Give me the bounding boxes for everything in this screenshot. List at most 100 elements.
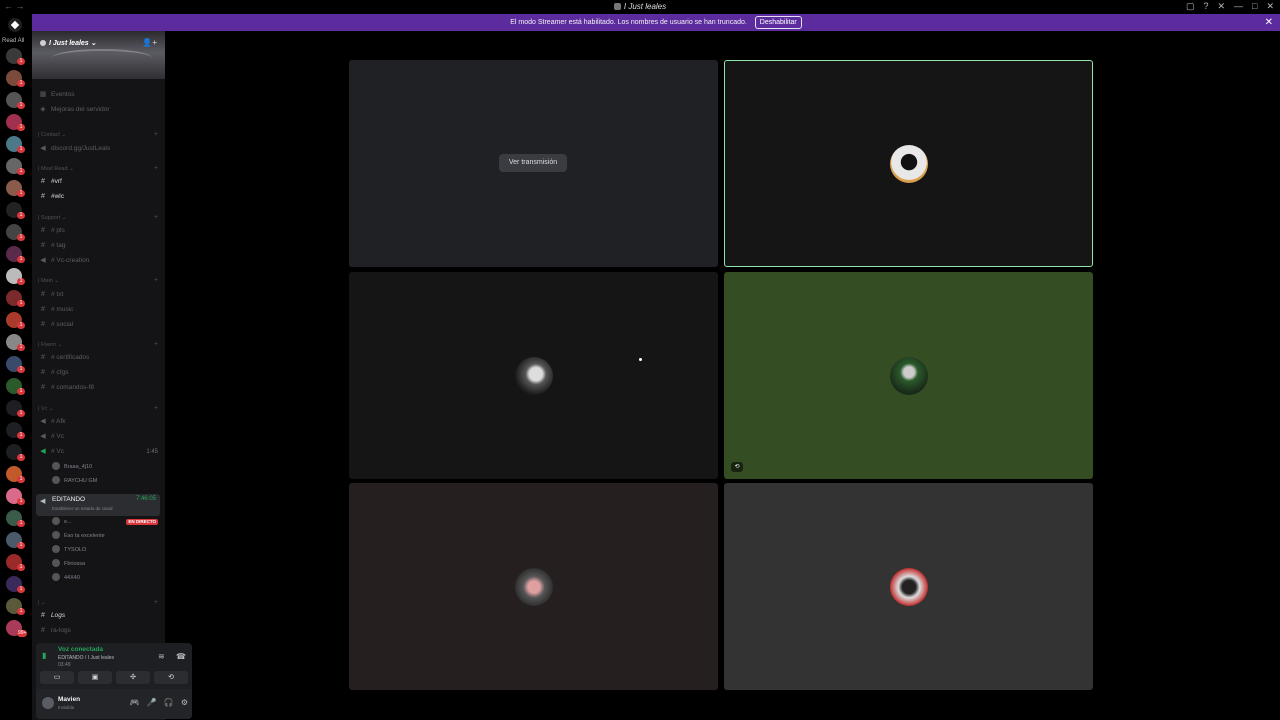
screen-share-button[interactable]: ▣: [78, 671, 112, 684]
username[interactable]: Mavien: [58, 696, 80, 703]
guild-header[interactable]: I Just leales ⌄ 👤+: [32, 31, 165, 79]
channel-txt[interactable]: # # txt: [38, 289, 160, 301]
add-channel-icon[interactable]: +: [154, 340, 158, 350]
server-icon[interactable]: 1: [6, 598, 25, 615]
server-boosts-item[interactable]: ◈ Mejoras del servidor: [38, 104, 160, 116]
disconnect-icon[interactable]: ☎: [176, 652, 186, 661]
channel-ra-logs[interactable]: # ra-logs: [38, 625, 160, 637]
voice-user[interactable]: Fbriossa: [52, 558, 160, 570]
category-misc[interactable]: | ⌄ +: [38, 598, 160, 608]
read-all-button[interactable]: Read All: [2, 38, 24, 44]
channel-afk[interactable]: ◀ # Afk: [38, 416, 160, 428]
channel-vc-2[interactable]: ◀ # Vc 1:45: [38, 446, 160, 458]
discord-home-icon[interactable]: [8, 18, 22, 32]
server-icon[interactable]: 1: [6, 510, 25, 527]
channel-status[interactable]: Establecer un estado de canal: [52, 506, 113, 511]
server-icon[interactable]: 1: [6, 136, 25, 153]
category-support[interactable]: | Support ⌄ +: [38, 213, 160, 223]
participant-tile[interactable]: ⟲: [724, 272, 1093, 479]
close-window-button[interactable]: ✕: [1266, 1, 1274, 12]
camera-button[interactable]: ▭: [40, 671, 74, 684]
events-item[interactable]: ▦ Eventos: [38, 89, 160, 101]
noise-suppression-icon[interactable]: ≋: [158, 652, 165, 661]
server-icon[interactable]: 1: [6, 378, 25, 395]
server-icon[interactable]: 1: [6, 180, 25, 197]
disable-streamer-button[interactable]: Deshabilitar: [754, 16, 802, 29]
participant-tile[interactable]: [724, 483, 1093, 690]
channel-invite-link[interactable]: ◀ discord.gg/JustLeals: [38, 143, 160, 155]
server-icon[interactable]: 1: [6, 554, 25, 571]
server-icon[interactable]: 1: [6, 400, 25, 417]
server-icon[interactable]: 1: [6, 576, 25, 593]
server-icon[interactable]: 1: [6, 268, 25, 285]
server-icon[interactable]: 1: [6, 202, 25, 219]
server-icon[interactable]: 1: [6, 70, 25, 87]
voice-user[interactable]: e... EN DIRECTO: [52, 516, 160, 528]
channel-vc-creation[interactable]: ◀ # Vc-creation: [38, 255, 160, 267]
server-icon[interactable]: 1: [6, 290, 25, 307]
server-icon[interactable]: 1: [6, 334, 25, 351]
category-contact[interactable]: | Contact ⌄ +: [38, 130, 160, 140]
channel-logs[interactable]: # Logs: [38, 610, 160, 622]
channel-editando[interactable]: ◀ EDITANDO Establecer un estado de canal…: [36, 494, 160, 516]
participant-tile[interactable]: [349, 272, 718, 479]
voice-user[interactable]: Eso ta excelente: [52, 530, 160, 542]
inbox-icon[interactable]: ▢: [1186, 1, 1195, 12]
server-icon[interactable]: 1: [6, 422, 25, 439]
category-main[interactable]: | Main ⌄ +: [38, 276, 160, 286]
channel-pls[interactable]: # # pls: [38, 225, 160, 237]
server-icon[interactable]: 1: [6, 92, 25, 109]
activities-button[interactable]: ✣: [116, 671, 150, 684]
participant-tile-speaking[interactable]: [724, 60, 1093, 267]
banner-close-icon[interactable]: ✕: [1265, 14, 1273, 31]
guild-name[interactable]: I Just leales ⌄: [40, 39, 97, 47]
server-icon[interactable]: 1: [6, 466, 25, 483]
voice-status[interactable]: Voz conectada: [58, 646, 103, 653]
voice-user[interactable]: TYSOLO: [52, 544, 160, 556]
server-icon[interactable]: 1: [6, 224, 25, 241]
invite-people-icon[interactable]: 👤+: [142, 38, 157, 47]
add-channel-icon[interactable]: +: [154, 130, 158, 140]
category-vc[interactable]: | Vc ⌄ +: [38, 404, 160, 414]
channel-cfgs[interactable]: # # cfgs: [38, 367, 160, 379]
voice-user[interactable]: 44X40: [52, 572, 160, 584]
add-channel-icon[interactable]: +: [154, 213, 158, 223]
voice-user[interactable]: RAYCHU GM: [52, 475, 160, 487]
server-icon[interactable]: 1: [6, 488, 25, 505]
server-icon[interactable]: 99+: [6, 620, 28, 637]
server-icon[interactable]: 1: [6, 532, 25, 549]
signal-icon[interactable]: ▮: [42, 651, 46, 660]
server-icon[interactable]: 1: [6, 444, 25, 461]
server-icon[interactable]: 1: [6, 246, 25, 263]
server-icon[interactable]: 1: [6, 114, 25, 131]
watch-stream-button[interactable]: Ver transmisión: [499, 154, 567, 172]
add-channel-icon[interactable]: +: [154, 276, 158, 286]
participant-tile[interactable]: [349, 483, 718, 690]
channel-vrf[interactable]: # #vrf: [38, 176, 160, 188]
channel-music[interactable]: # # music: [38, 304, 160, 316]
tools-icon[interactable]: ✕: [1217, 1, 1225, 12]
channel-tag[interactable]: # # tag: [38, 240, 160, 252]
server-icon[interactable]: 1: [6, 158, 25, 175]
add-channel-icon[interactable]: +: [154, 404, 158, 414]
minimize-button[interactable]: —: [1234, 1, 1243, 12]
microphone-icon[interactable]: 🎤: [147, 698, 157, 707]
maximize-button[interactable]: □: [1252, 1, 1257, 12]
voice-location[interactable]: EDITANDO / I Just leales: [58, 655, 114, 661]
channel-comandos-f8[interactable]: # # comandos-f8: [38, 382, 160, 394]
help-icon[interactable]: ?: [1203, 1, 1208, 12]
voice-user[interactable]: Braaa_4j10: [52, 461, 160, 473]
soundboard-button[interactable]: ⟲: [154, 671, 188, 684]
add-channel-icon[interactable]: +: [154, 598, 158, 608]
channel-vc-1[interactable]: ◀ # Vc: [38, 431, 160, 443]
add-channel-icon[interactable]: +: [154, 164, 158, 174]
headphones-icon[interactable]: 🎧: [164, 698, 174, 707]
channel-wlc[interactable]: # #wlc: [38, 191, 160, 203]
server-icon[interactable]: 1: [6, 312, 25, 329]
gamepad-icon[interactable]: 🎮: [130, 698, 140, 707]
stream-tile[interactable]: Ver transmisión: [349, 60, 718, 267]
channel-social[interactable]: # # social: [38, 319, 160, 331]
category-must-read[interactable]: | Must Read ⌄ +: [38, 164, 160, 174]
server-icon[interactable]: 1: [6, 356, 25, 373]
gear-icon[interactable]: ⚙: [181, 698, 188, 707]
